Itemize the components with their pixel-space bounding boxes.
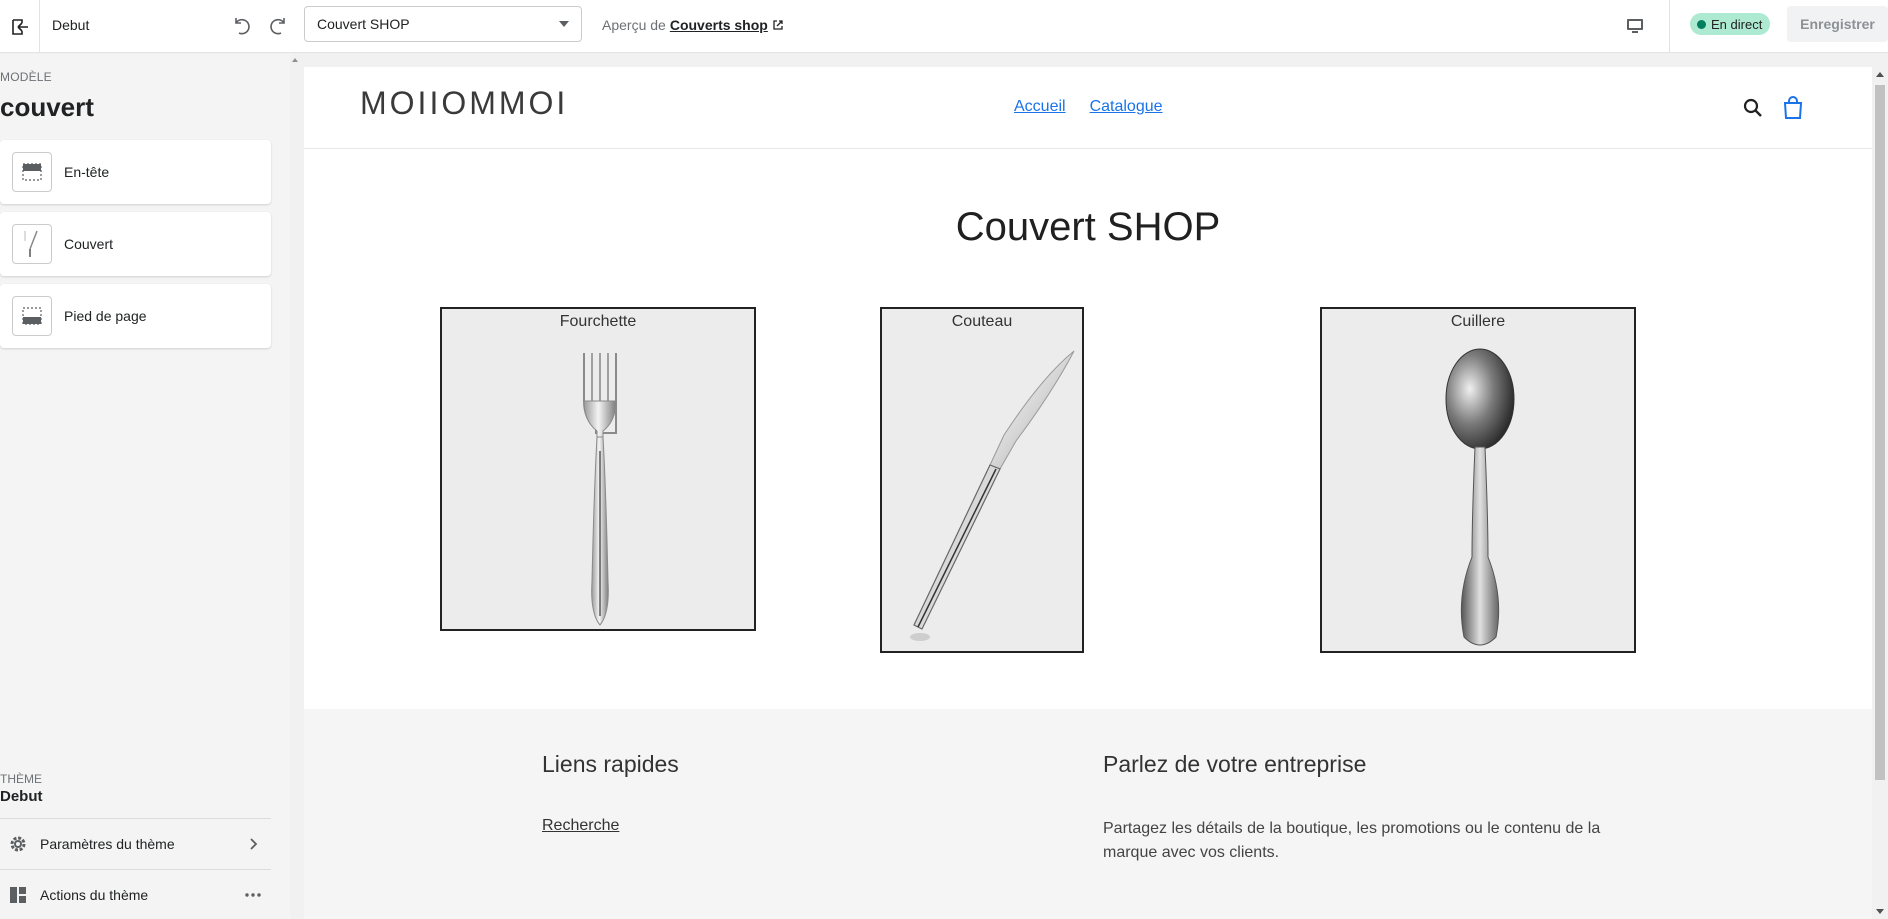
store-preview: MOIIOMMOI Accueil Catalogue Couvert SHOP… bbox=[304, 67, 1872, 919]
product-title: Cuillere bbox=[1450, 313, 1506, 330]
desktop-view-button[interactable] bbox=[1618, 10, 1652, 42]
product-card-fourchette[interactable]: Fourchette bbox=[440, 307, 756, 631]
exit-icon bbox=[11, 18, 28, 35]
undo-button[interactable] bbox=[228, 12, 256, 40]
redo-button[interactable] bbox=[264, 12, 292, 40]
page-select[interactable]: Couvert SHOP bbox=[304, 6, 582, 42]
caret-down-icon bbox=[559, 21, 569, 27]
footer-about-text: Partagez les détails de la boutique, les… bbox=[1103, 820, 1601, 861]
product-title: Couteau bbox=[951, 313, 1013, 330]
live-label: En direct bbox=[1711, 16, 1763, 32]
nav-link-accueil[interactable]: Accueil bbox=[1014, 98, 1066, 116]
section-label: Couvert bbox=[64, 236, 114, 252]
exit-editor-button[interactable] bbox=[0, 0, 40, 53]
footer-about-heading: Parlez de votre entreprise bbox=[1103, 751, 1367, 777]
theme-settings-row[interactable]: Paramètres du thème bbox=[0, 818, 271, 868]
editor-topbar: Debut Couvert SHOP Aperçu de Couverts sh… bbox=[0, 0, 1888, 53]
more-horizontal-icon[interactable] bbox=[243, 885, 263, 908]
header-layout-icon bbox=[12, 152, 52, 192]
redo-icon bbox=[270, 18, 285, 35]
template-name: couvert bbox=[0, 92, 94, 122]
section-label: En-tête bbox=[64, 164, 110, 180]
store-logo[interactable]: MOIIOMMOI bbox=[360, 85, 568, 122]
preview-label: Aperçu de Couverts shop bbox=[602, 17, 784, 33]
fork-image bbox=[583, 353, 617, 626]
sections-sidebar: MODÈLE couvert En-tête Couvert Pied de p… bbox=[0, 54, 290, 919]
preview-scrollbar[interactable] bbox=[1872, 67, 1888, 919]
live-status-badge: En direct bbox=[1690, 13, 1771, 35]
row-label: Actions du thème bbox=[40, 886, 149, 903]
section-couvert[interactable]: Couvert bbox=[0, 212, 271, 276]
theme-name: Debut bbox=[52, 17, 90, 33]
nav-link-catalogue[interactable]: Catalogue bbox=[1090, 98, 1163, 116]
scrollbar-thumb[interactable] bbox=[1875, 85, 1885, 780]
search-icon[interactable] bbox=[1742, 97, 1766, 121]
product-title: Fourchette bbox=[559, 313, 637, 330]
store-nav: Accueil Catalogue bbox=[1014, 98, 1163, 116]
footer-link-recherche[interactable]: Recherche bbox=[542, 817, 619, 835]
product-card-couteau[interactable]: Couteau bbox=[880, 307, 1084, 653]
theme-title: Debut bbox=[0, 788, 43, 805]
preview-store-link[interactable]: Couverts shop bbox=[670, 17, 768, 33]
scroll-down-icon[interactable] bbox=[1876, 909, 1884, 914]
undo-icon bbox=[235, 18, 250, 35]
external-link-icon bbox=[773, 20, 783, 30]
layout-icon bbox=[8, 885, 28, 905]
chevron-right-icon bbox=[243, 834, 263, 857]
knife-image bbox=[910, 350, 1075, 641]
live-dot-icon bbox=[1697, 19, 1706, 29]
footer-layout-icon bbox=[12, 296, 52, 336]
product-card-cuillere[interactable]: Cuillere bbox=[1320, 307, 1636, 653]
store-footer: Liens rapides Recherche Parlez de votre … bbox=[304, 709, 1872, 919]
cart-icon[interactable] bbox=[1782, 96, 1806, 120]
gear-icon bbox=[8, 834, 28, 854]
shop-title: Couvert SHOP bbox=[955, 205, 1221, 249]
row-label: Paramètres du thème bbox=[40, 835, 175, 852]
theme-actions-row[interactable]: Actions du thème bbox=[0, 869, 271, 919]
template-kicker: MODÈLE bbox=[0, 70, 52, 84]
theme-kicker: THÈME bbox=[0, 772, 42, 786]
desktop-icon bbox=[1627, 19, 1643, 33]
scroll-up-icon[interactable] bbox=[1876, 72, 1884, 77]
sidebar-scrollbar[interactable] bbox=[290, 54, 301, 919]
scroll-up-icon bbox=[292, 58, 298, 62]
preview-prefix: Aperçu de bbox=[602, 17, 666, 33]
spoon-image bbox=[1445, 348, 1515, 646]
page-select-value: Couvert SHOP bbox=[317, 16, 410, 32]
store-header: MOIIOMMOI Accueil Catalogue bbox=[304, 67, 1872, 149]
section-header[interactable]: En-tête bbox=[0, 140, 271, 204]
save-button[interactable]: Enregistrer bbox=[1787, 6, 1888, 42]
footer-links-heading: Liens rapides bbox=[542, 751, 679, 777]
fork-thumbnail-icon bbox=[12, 224, 52, 264]
section-footer[interactable]: Pied de page bbox=[0, 284, 271, 348]
section-label: Pied de page bbox=[64, 308, 147, 324]
topbar-divider bbox=[1669, 0, 1670, 53]
